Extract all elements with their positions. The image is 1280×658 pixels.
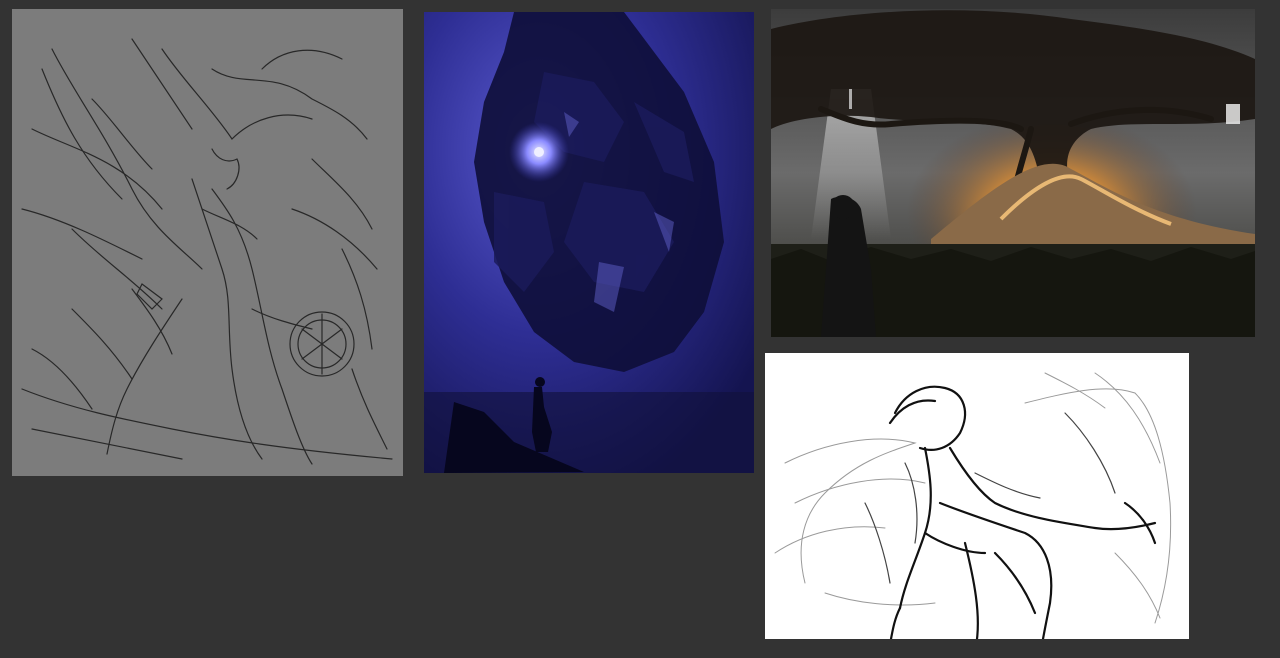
sketch-warrior-image <box>12 9 403 476</box>
sketch-warrior-artwork <box>12 9 403 476</box>
blue-giant-image <box>424 12 754 473</box>
tree-storm-image <box>771 9 1255 337</box>
blue-giant-artwork <box>424 12 754 473</box>
tree-storm-artwork <box>771 9 1255 337</box>
reference-board <box>0 0 1280 658</box>
sketch-figure-artwork <box>765 353 1189 639</box>
sketch-figure-image <box>765 353 1189 639</box>
